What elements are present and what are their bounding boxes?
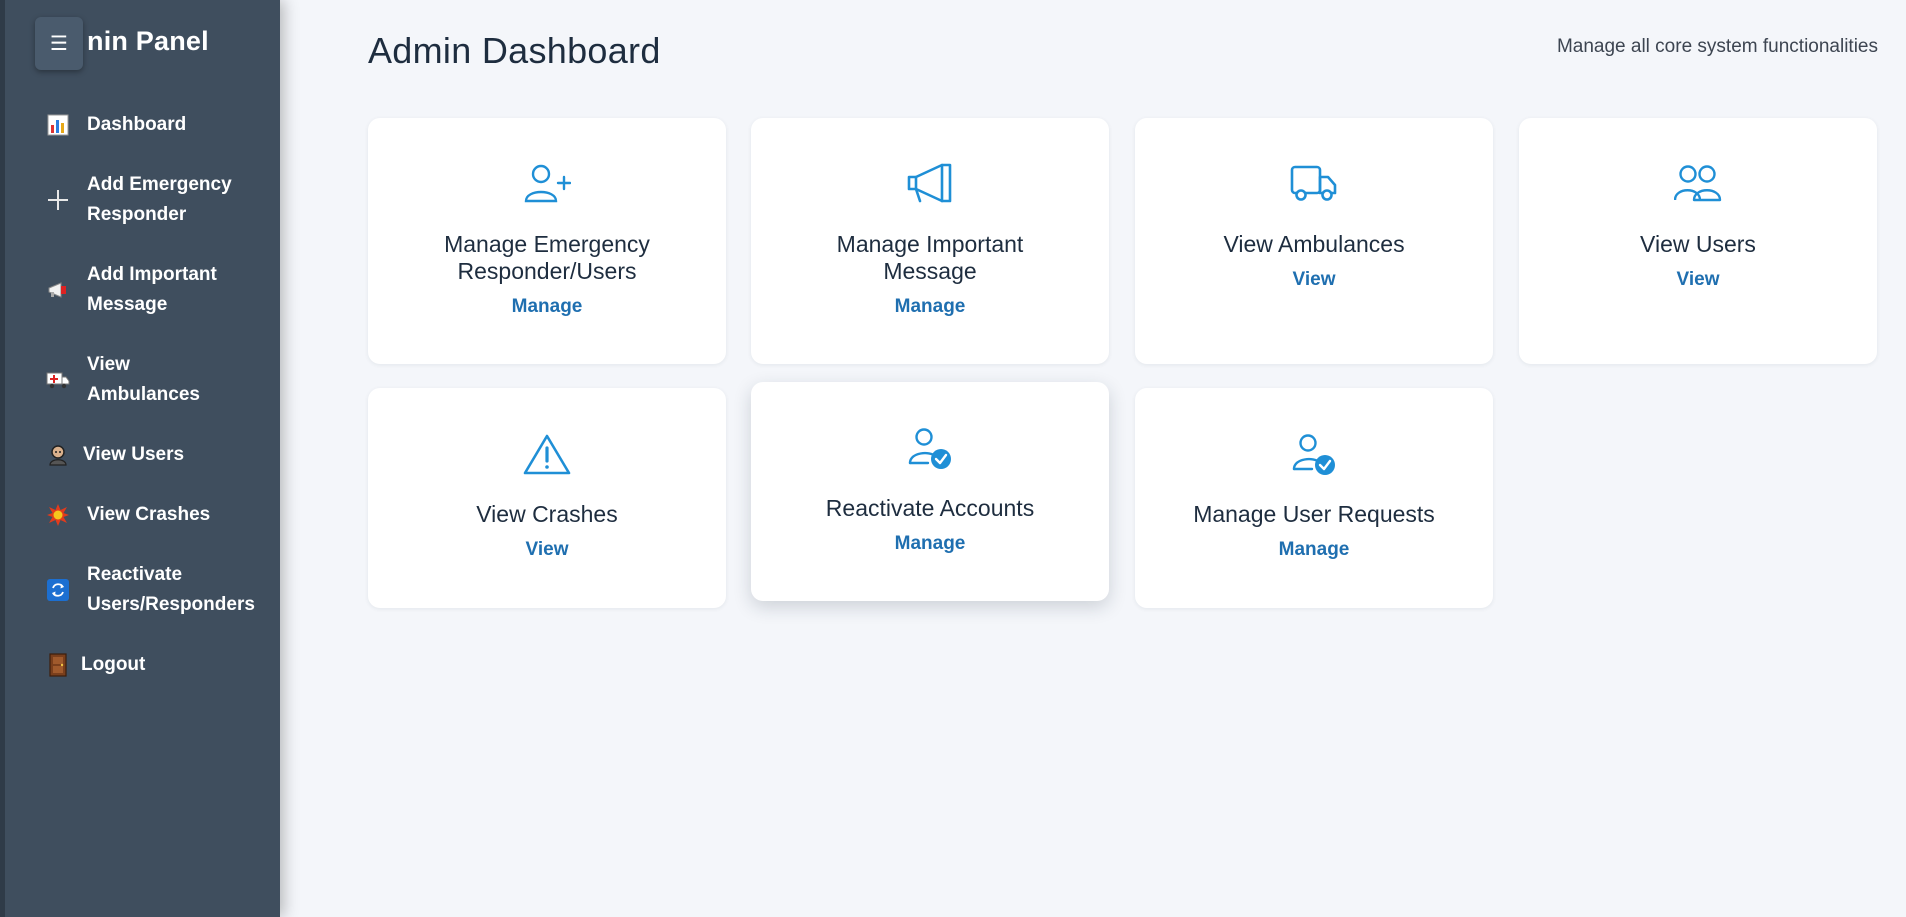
- card-title: Manage Important Message: [836, 231, 1024, 284]
- sidebar-item-label: Reactivate Users/Responders: [87, 564, 255, 615]
- view-link[interactable]: View: [526, 539, 569, 561]
- view-link[interactable]: View: [1677, 269, 1720, 291]
- card-title: View Users: [1640, 231, 1756, 257]
- sidebar-item-label: Add Emergency Responder: [87, 174, 232, 225]
- megaphone-icon: [751, 163, 1109, 207]
- sidebar-item-label: Dashboard: [87, 114, 187, 135]
- ambulance-icon: [45, 367, 71, 393]
- truck-icon: [1135, 163, 1493, 207]
- door-icon: [45, 652, 71, 678]
- sidebar-item-view-users[interactable]: View Users: [45, 440, 275, 470]
- card-manage-emergency-responder: Manage Emergency Responder/Users Manage: [368, 118, 726, 364]
- sidebar-item-label: Logout: [81, 654, 146, 675]
- manage-link[interactable]: Manage: [895, 533, 966, 555]
- card-title: View Crashes: [476, 501, 618, 527]
- card-manage-important-message: Manage Important Message Manage: [751, 118, 1109, 364]
- card-manage-user-requests: Manage User Requests Manage: [1135, 388, 1493, 608]
- sidebar-item-label: View Crashes: [87, 504, 211, 525]
- card-title: Reactivate Accounts: [825, 495, 1035, 521]
- sidebar-item-view-crashes[interactable]: View Crashes: [45, 500, 275, 530]
- collision-icon: [45, 502, 71, 528]
- card-title: View Ambulances: [1223, 231, 1405, 257]
- page-subtitle: Manage all core system functionalities: [1556, 36, 1878, 57]
- manage-link[interactable]: Manage: [895, 296, 966, 318]
- sidebar-item-label: Add Important Message: [87, 264, 217, 315]
- card-view-users: View Users View: [1519, 118, 1877, 364]
- user-plus-icon: [368, 163, 726, 207]
- sidebar-item-dashboard[interactable]: Dashboard: [45, 110, 275, 140]
- card-view-crashes: View Crashes View: [368, 388, 726, 608]
- sidebar-item-logout[interactable]: Logout: [45, 650, 275, 680]
- sidebar-item-label: View Ambulances: [87, 354, 200, 405]
- refresh-icon: [45, 577, 71, 603]
- warning-icon: [368, 433, 726, 477]
- sidebar-item-reactivate-users[interactable]: Reactivate Users/Responders: [45, 560, 275, 620]
- menu-toggle-button[interactable]: ☰: [35, 17, 83, 70]
- user-check-icon: [751, 427, 1109, 471]
- plus-icon: [45, 187, 71, 213]
- sidebar-item-label: View Users: [83, 444, 185, 465]
- card-reactivate-accounts: Reactivate Accounts Manage: [751, 382, 1109, 601]
- card-title: Manage Emergency Responder/Users: [444, 231, 650, 284]
- page-title: Admin Dashboard: [368, 30, 661, 71]
- sidebar: nin Panel ☰ Dashboard Add Emergency Resp…: [0, 0, 280, 917]
- megaphone-icon: [45, 277, 71, 303]
- view-link[interactable]: View: [1293, 269, 1336, 291]
- manage-link[interactable]: Manage: [1279, 539, 1350, 561]
- users-icon: [1519, 163, 1877, 207]
- sidebar-title: nin Panel: [87, 26, 209, 56]
- sidebar-item-add-emergency-responder[interactable]: Add Emergency Responder: [45, 170, 275, 230]
- card-view-ambulances: View Ambulances View: [1135, 118, 1493, 364]
- user-icon: [45, 442, 71, 468]
- sidebar-item-add-important-message[interactable]: Add Important Message: [45, 260, 275, 320]
- sidebar-item-view-ambulances[interactable]: View Ambulances: [45, 350, 275, 410]
- bar-chart-icon: [45, 112, 71, 138]
- app: nin Panel ☰ Dashboard Add Emergency Resp…: [0, 0, 1906, 917]
- manage-link[interactable]: Manage: [512, 296, 583, 318]
- hamburger-icon: ☰: [50, 33, 68, 55]
- user-check-icon: [1135, 433, 1493, 477]
- card-title: Manage User Requests: [1193, 501, 1435, 527]
